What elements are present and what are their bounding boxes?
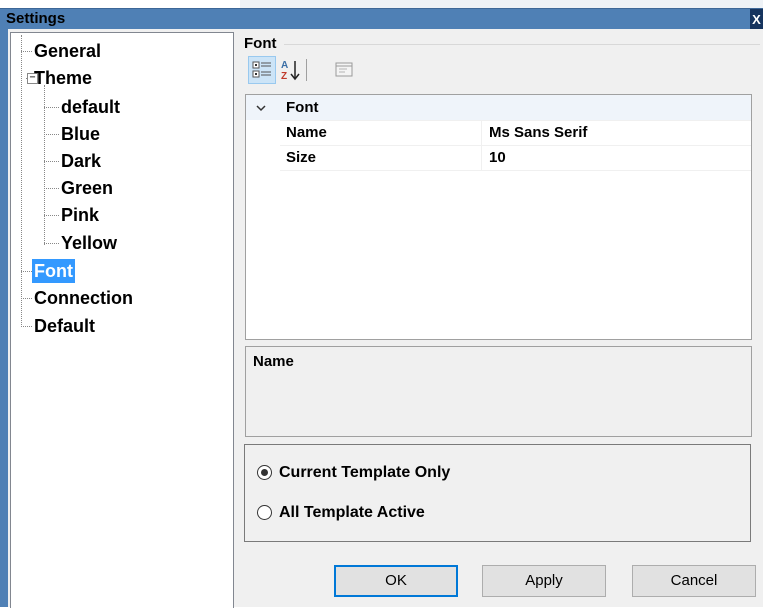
tree-connector <box>21 271 32 272</box>
toolbar-separator <box>306 59 307 81</box>
tree-connector <box>21 298 32 299</box>
tree-connector <box>44 107 59 108</box>
grid-row-size[interactable]: Size 10 <box>280 145 751 171</box>
group-divider <box>284 44 760 45</box>
tree-connector <box>21 326 32 327</box>
tree-item-general[interactable]: General <box>32 39 103 63</box>
tree-item-theme-blue[interactable]: Blue <box>59 122 102 146</box>
tree-item-font[interactable]: Font <box>32 259 75 283</box>
tree-item-theme-yellow[interactable]: Yellow <box>59 231 119 255</box>
window-frame-left <box>0 29 8 607</box>
radio-label[interactable]: Current Template Only <box>279 462 450 484</box>
sort-az-icon[interactable]: A Z <box>277 56 305 84</box>
categorized-view-icon[interactable] <box>248 56 276 84</box>
tree-connector <box>44 134 59 135</box>
font-group-label: Font <box>244 35 277 52</box>
tree-item-theme-dark[interactable]: Dark <box>59 149 103 173</box>
template-options-box: Current Template Only All Template Activ… <box>244 444 751 542</box>
svg-text:Z: Z <box>281 71 287 82</box>
cancel-button[interactable]: Cancel <box>632 565 756 597</box>
grid-gutter <box>246 120 280 170</box>
apply-button[interactable]: Apply <box>482 565 606 597</box>
radio-selected-dot <box>261 469 268 476</box>
grid-property-name: Size <box>286 149 317 166</box>
svg-text:A: A <box>281 60 288 71</box>
radio-label[interactable]: All Template Active <box>279 502 425 524</box>
tree-connector <box>44 188 59 189</box>
grid-property-name: Name <box>286 124 327 141</box>
tree-item-theme-pink[interactable]: Pink <box>59 203 101 227</box>
property-grid[interactable]: Font Name Ms Sans Serif Size 10 <box>245 94 752 340</box>
tree-connector <box>44 161 59 162</box>
chevron-down-icon[interactable] <box>256 103 266 113</box>
grid-category-row[interactable]: Font <box>246 95 751 121</box>
tree-connector <box>44 85 45 245</box>
grid-property-value[interactable]: 10 <box>489 145 506 170</box>
tree-item-default[interactable]: Default <box>32 314 97 338</box>
tree-connector <box>44 215 59 216</box>
settings-tree[interactable]: − General Theme default Blue Dark Green … <box>10 32 234 608</box>
tree-item-theme[interactable]: Theme <box>32 66 94 90</box>
radio-button-icon[interactable] <box>257 505 272 520</box>
tree-connector <box>21 51 32 52</box>
description-title: Name <box>253 353 294 370</box>
grid-category-label: Font <box>286 99 319 116</box>
grid-property-value[interactable]: Ms Sans Serif <box>489 120 587 145</box>
tree-item-theme-default[interactable]: default <box>59 95 122 119</box>
tree-item-theme-green[interactable]: Green <box>59 176 115 200</box>
title-bar[interactable]: Settings X <box>0 8 763 30</box>
property-description-panel: Name <box>245 346 752 437</box>
tree-connector <box>44 243 59 244</box>
property-pages-icon[interactable] <box>330 56 358 84</box>
radio-button-icon[interactable] <box>257 465 272 480</box>
ok-button[interactable]: OK <box>334 565 458 597</box>
tree-connector <box>21 35 22 327</box>
tree-item-connection[interactable]: Connection <box>32 286 135 310</box>
close-button[interactable]: X <box>750 9 763 30</box>
grid-row-name[interactable]: Name Ms Sans Serif <box>280 120 751 146</box>
window-title: Settings <box>6 10 66 27</box>
